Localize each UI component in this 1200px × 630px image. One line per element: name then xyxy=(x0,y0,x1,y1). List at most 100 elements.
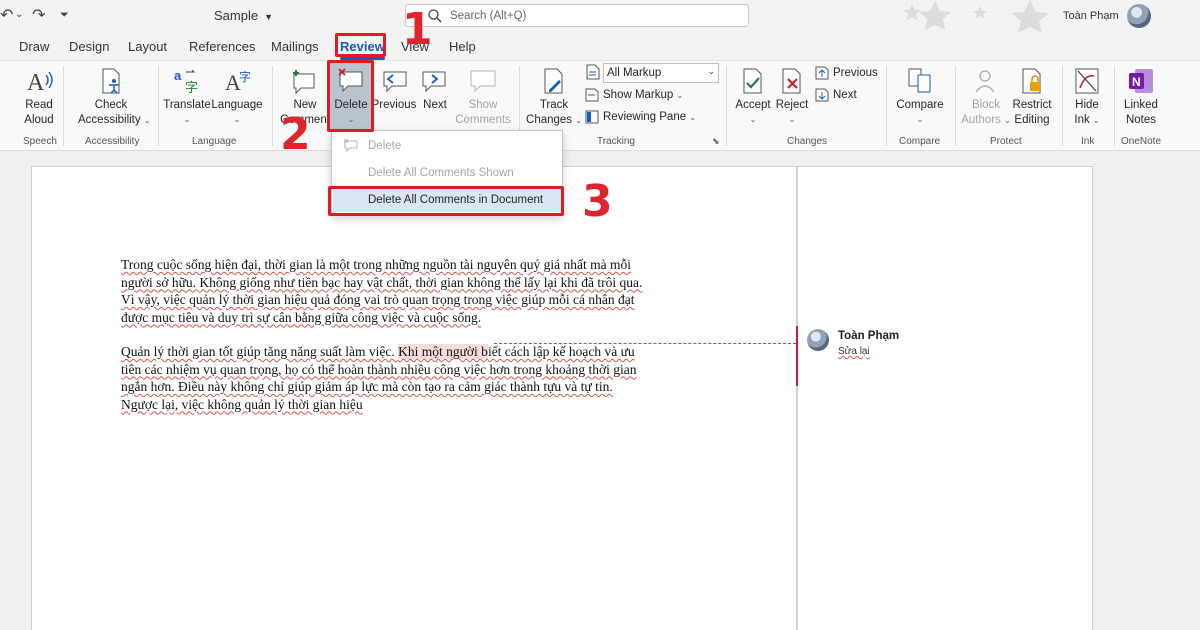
translate-button[interactable]: a字 Translate ⌄ xyxy=(163,66,211,128)
chevron-down-icon: ⌄ xyxy=(676,91,684,101)
comment-text[interactable]: Sửa lại xyxy=(838,346,870,357)
chevron-down-icon: ⌄ xyxy=(143,116,151,125)
read-aloud-button[interactable]: A Read Aloud xyxy=(20,66,58,128)
undo-dropdown-icon[interactable]: ⌄ xyxy=(15,9,23,20)
tab-references[interactable]: References xyxy=(189,39,255,54)
annotation-step-1: 1 xyxy=(402,4,433,55)
delete-comment-icon xyxy=(343,138,358,152)
decorative-stars-icon xyxy=(903,0,1049,32)
display-for-review-select[interactable]: All Markup ⌄ xyxy=(603,63,719,83)
group-separator xyxy=(886,66,887,146)
group-label-tracking: Tracking xyxy=(597,136,635,147)
tab-help[interactable]: Help xyxy=(449,39,476,54)
accessibility-icon xyxy=(102,68,120,94)
svg-text:a: a xyxy=(174,68,182,83)
group-label-accessibility: Accessibility xyxy=(85,136,140,147)
comment-marker xyxy=(796,326,798,386)
customize-qat-icon[interactable]: ⏷ xyxy=(60,9,69,22)
title-bar: ↶ ↷ ⏷ ⌄ Sample▼ Toàn Phạm xyxy=(0,0,1200,32)
show-comments-icon xyxy=(470,70,496,93)
compare-icon xyxy=(908,68,931,93)
undo-icon[interactable]: ↶ xyxy=(0,5,13,25)
svg-text:字: 字 xyxy=(239,69,251,84)
previous-comment-icon xyxy=(383,71,407,93)
next-comment-icon xyxy=(422,71,446,93)
chevron-down-icon: ⌄ xyxy=(916,115,924,124)
chevron-down-icon: ▼ xyxy=(264,12,273,22)
group-label-onenote: OneNote xyxy=(1121,136,1162,147)
chevron-down-icon: ⌄ xyxy=(689,113,697,123)
group-label-language: Language xyxy=(192,136,237,147)
language-button[interactable]: A字 Language ⌄ xyxy=(211,66,262,128)
group-label-ink: Ink xyxy=(1081,136,1095,147)
paragraph-1[interactable]: Trong cuộc sống hiện đại, thời gian là m… xyxy=(121,256,642,326)
block-authors-icon xyxy=(975,70,995,93)
tab-design[interactable]: Design xyxy=(69,39,109,54)
annotation-step-3: 3 xyxy=(582,176,613,227)
restrict-editing-button[interactable]: Restrict Editing xyxy=(1010,66,1054,128)
next-change-button[interactable]: Next xyxy=(815,88,857,102)
word-window: ↶ ↷ ⏷ ⌄ Sample▼ Toàn Phạm Draw Design La… xyxy=(0,0,1200,630)
comment-connector xyxy=(494,343,796,344)
group-label-changes: Changes xyxy=(787,136,828,147)
menu-item-delete-all-shown[interactable]: Delete All Comments Shown xyxy=(333,161,561,185)
search-input[interactable] xyxy=(450,8,730,24)
onenote-icon: N xyxy=(1129,69,1153,93)
group-label-compare: Compare xyxy=(899,136,941,147)
reject-icon xyxy=(782,68,801,94)
next-change-icon xyxy=(815,88,829,102)
avatar[interactable] xyxy=(1127,4,1151,28)
dialog-launcher-icon[interactable]: ⬊ xyxy=(712,136,720,147)
chevron-down-icon: ⌄ xyxy=(233,115,241,124)
svg-text:N: N xyxy=(1132,75,1141,89)
paragraph-2[interactable]: Quản lý thời gian tốt giúp tăng năng suấ… xyxy=(121,343,637,413)
commented-text[interactable]: Khi một người b xyxy=(398,344,488,359)
comment-avatar xyxy=(807,329,829,351)
group-label-speech: Speech xyxy=(23,136,57,147)
new-comment-icon xyxy=(293,70,315,95)
user-name[interactable]: Toàn Phạm xyxy=(1063,10,1119,22)
previous-comment-button[interactable]: Previous xyxy=(372,66,416,128)
search-box[interactable] xyxy=(405,4,749,27)
language-icon: A字 xyxy=(225,69,251,95)
compare-button[interactable]: Compare ⌄ xyxy=(896,66,944,128)
chevron-down-icon: ⌄ xyxy=(1092,116,1100,125)
menu-item-delete[interactable]: Delete xyxy=(333,134,561,158)
group-label-protect: Protect xyxy=(990,136,1022,147)
annotation-box-delete-button xyxy=(327,60,374,132)
chevron-down-icon: ⌄ xyxy=(575,116,582,125)
ribbon-tabs: Draw Design Layout References Mailings R… xyxy=(0,32,1200,60)
track-changes-icon xyxy=(544,68,563,94)
show-comments-button[interactable]: Show Comments xyxy=(455,66,511,128)
annotation-step-2: 2 xyxy=(280,109,311,160)
next-comment-button[interactable]: Next xyxy=(416,66,454,128)
annotation-box-delete-all-item xyxy=(328,186,564,216)
group-separator xyxy=(63,66,64,146)
annotation-box-review-tab xyxy=(335,33,386,57)
tab-draw[interactable]: Draw xyxy=(19,39,49,54)
accept-icon xyxy=(743,68,762,94)
read-aloud-icon: A xyxy=(27,70,53,96)
chevron-down-icon: ⌄ xyxy=(788,115,796,124)
lock-icon xyxy=(1022,68,1041,94)
tab-layout[interactable]: Layout xyxy=(128,39,167,54)
reviewing-pane-button[interactable]: Reviewing Pane ⌄ xyxy=(585,110,696,124)
document-title[interactable]: Sample ▼ xyxy=(214,8,273,23)
previous-change-icon xyxy=(815,66,829,80)
chevron-down-icon: ⌄ xyxy=(707,66,715,76)
svg-text:A: A xyxy=(27,70,45,96)
display-for-review-icon xyxy=(586,64,600,80)
hide-ink-button[interactable]: Hide Ink ⌄ xyxy=(1070,66,1104,128)
check-accessibility-button[interactable]: Check Accessibility ⌄ xyxy=(78,66,151,128)
svg-text:字: 字 xyxy=(185,81,198,96)
tab-mailings[interactable]: Mailings xyxy=(271,39,319,54)
comments-pane xyxy=(797,166,1093,630)
linked-notes-button[interactable]: N Linked Notes xyxy=(1122,66,1160,128)
reject-button[interactable]: Reject ⌄ xyxy=(773,66,811,128)
show-markup-button[interactable]: Show Markup ⌄ xyxy=(585,88,683,102)
track-changes-button[interactable]: Track Changes ⌄ xyxy=(526,66,582,128)
translate-icon: a字 xyxy=(174,68,198,96)
redo-icon[interactable]: ↷ xyxy=(32,5,45,25)
group-separator xyxy=(272,66,273,146)
previous-change-button[interactable]: Previous xyxy=(815,66,878,80)
